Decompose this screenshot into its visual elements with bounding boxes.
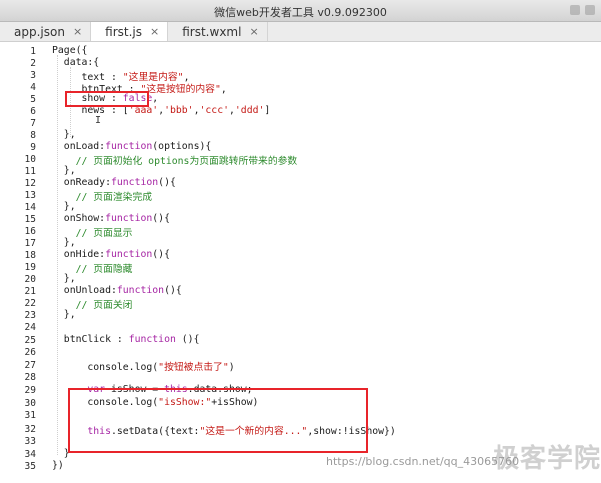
status-icon — [570, 5, 580, 15]
code-line: }, — [52, 309, 76, 320]
text-cursor-icon: I — [95, 115, 102, 126]
tab-label: app.json — [14, 24, 65, 39]
code-line: }, — [52, 273, 76, 284]
highlight-box-btnclick — [68, 388, 368, 453]
code-line: onUnload:function(){ — [52, 285, 182, 296]
close-icon[interactable]: × — [249, 25, 258, 38]
tab-label: first.wxml — [182, 24, 242, 39]
code-comment: // 页面初始化 options为页面跳转所带来的参数 — [52, 156, 298, 167]
code-line: btnClick : function (){ — [52, 334, 200, 345]
code-line: onHide:function(){ — [52, 249, 170, 260]
code-line: onReady:function(){ — [52, 177, 176, 188]
code-line: }, — [52, 129, 76, 140]
editor-tab-bar: app.json × first.js × first.wxml × — [0, 22, 601, 42]
code-line: }) — [52, 460, 64, 471]
code-line: data:{ — [52, 57, 100, 68]
code-line: onLoad:function(options){ — [52, 141, 212, 152]
close-icon[interactable]: × — [73, 25, 82, 38]
tab-first-js[interactable]: first.js × — [91, 22, 169, 41]
tab-label: first.js — [105, 24, 143, 39]
code-line: Page({ — [52, 45, 88, 56]
code-line: console.log("按钮被点击了") — [52, 362, 235, 373]
close-icon[interactable]: × — [150, 25, 159, 38]
status-icon — [585, 5, 595, 15]
watermark-url: https://blog.csdn.net/qq_43065760 — [326, 455, 520, 468]
highlight-box-show — [65, 91, 149, 107]
title-bar: 微信web开发者工具 v0.9.092300 — [0, 0, 601, 22]
window-title: 微信web开发者工具 v0.9.092300 — [214, 6, 387, 19]
code-editor[interactable]: Page({ data:{ text : "这里是内容", btnText : … — [0, 43, 601, 483]
code-line: }, — [52, 237, 76, 248]
tab-first-wxml[interactable]: first.wxml × — [168, 22, 268, 41]
code-line: onShow:function(){ — [52, 213, 170, 224]
menubar-status-icons — [570, 5, 595, 16]
code-line: }, — [52, 201, 76, 212]
tab-app-json[interactable]: app.json × — [0, 22, 92, 41]
code-line: }, — [52, 165, 76, 176]
